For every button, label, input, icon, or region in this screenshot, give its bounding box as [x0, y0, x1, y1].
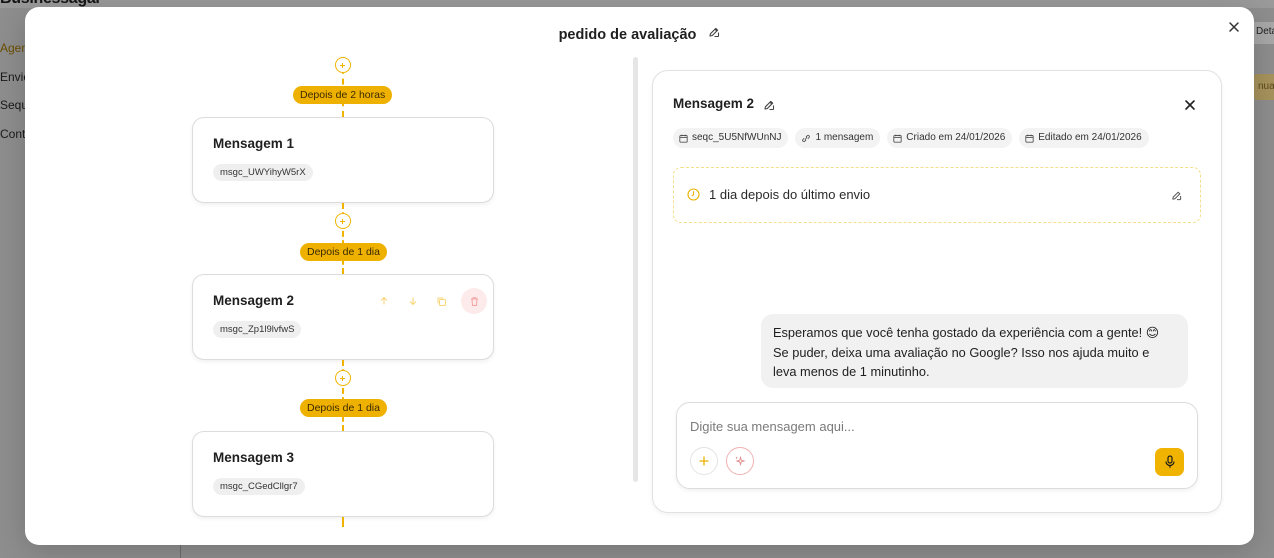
add-step-icon[interactable] [335, 213, 351, 229]
message-input[interactable] [690, 416, 1180, 436]
edit-title-icon[interactable] [708, 26, 720, 42]
edited-date-tag: Editado em 24/01/2026 [1019, 128, 1149, 148]
edit-message-name-icon[interactable] [763, 98, 775, 116]
message-card-2[interactable]: Mensagem 2 msgc_Zp1l9lvfwS [192, 274, 494, 360]
message-card-tools [374, 288, 487, 314]
detail-title: Mensagem 2 [673, 96, 755, 111]
sequence-modal: pedido de avaliação Depois de 2 horas Me… [25, 7, 1254, 545]
message-card-code: msgc_CGedCllgr7 [213, 478, 305, 495]
calendar-icon [679, 134, 688, 143]
message-card-title: Mensagem 3 [213, 450, 295, 465]
message-detail-panel: Mensagem 2 seqc_5U5NfWUnNJ 1 mensagem Cr… [652, 70, 1222, 513]
move-up-icon[interactable] [374, 292, 393, 311]
close-panel-icon[interactable] [1183, 98, 1197, 112]
message-card-title: Mensagem 1 [213, 136, 295, 151]
sequence-flow: Depois de 2 horas Mensagem 1 msgc_UWYihy… [192, 57, 494, 527]
sparkle-icon [735, 455, 746, 467]
record-audio-button[interactable] [1155, 448, 1184, 476]
sequence-id-tag: seqc_5U5NfWUnNJ [673, 128, 789, 148]
delay-text: 1 dia depois do último envio [709, 187, 871, 202]
message-card-code: msgc_UWYihyW5rX [213, 164, 313, 181]
calendar-icon [1025, 134, 1034, 143]
add-step-icon[interactable] [335, 370, 351, 386]
detail-tags: seqc_5U5NfWUnNJ 1 mensagem Criado em 24/… [673, 128, 1149, 148]
microphone-icon [1164, 455, 1175, 468]
created-date-tag: Criado em 24/01/2026 [887, 128, 1013, 148]
delete-icon[interactable] [461, 288, 487, 314]
flow-connector [342, 517, 344, 527]
message-preview-bubble[interactable]: Esperamos que você tenha gostado da expe… [761, 314, 1188, 388]
move-down-icon[interactable] [403, 292, 422, 311]
message-card-code: msgc_Zp1l9lvfwS [213, 321, 302, 338]
message-count-tag: 1 mensagem [795, 128, 881, 148]
flow-scrollbar[interactable] [633, 57, 638, 482]
message-card-1[interactable]: Mensagem 1 msgc_UWYihyW5rX [192, 117, 494, 203]
background-continue-button: nua [1252, 74, 1274, 100]
delay-badge[interactable]: Depois de 1 dia [300, 399, 387, 417]
delay-badge[interactable]: Depois de 1 dia [300, 243, 387, 261]
clock-icon [687, 188, 700, 206]
plus-icon [699, 456, 709, 466]
ai-assist-button[interactable] [726, 447, 754, 475]
delay-badge[interactable]: Depois de 2 horas [293, 86, 393, 104]
message-card-title: Mensagem 2 [213, 293, 295, 308]
duplicate-icon[interactable] [432, 292, 451, 311]
calendar-icon [893, 134, 902, 143]
link-icon [802, 134, 811, 142]
background-sidebar-divider [180, 545, 181, 558]
edit-delay-icon[interactable] [1171, 188, 1182, 206]
delay-setting: 1 dia depois do último envio [673, 167, 1201, 223]
message-card-3[interactable]: Mensagem 3 msgc_CGedCllgr7 [192, 431, 494, 517]
modal-title: pedido de avaliação [558, 27, 697, 43]
message-composer [676, 402, 1198, 489]
add-attachment-button[interactable] [690, 447, 718, 475]
modal-title-row: pedido de avaliação [25, 27, 1254, 43]
close-modal-icon[interactable] [1226, 19, 1242, 35]
add-step-icon[interactable] [335, 57, 351, 73]
